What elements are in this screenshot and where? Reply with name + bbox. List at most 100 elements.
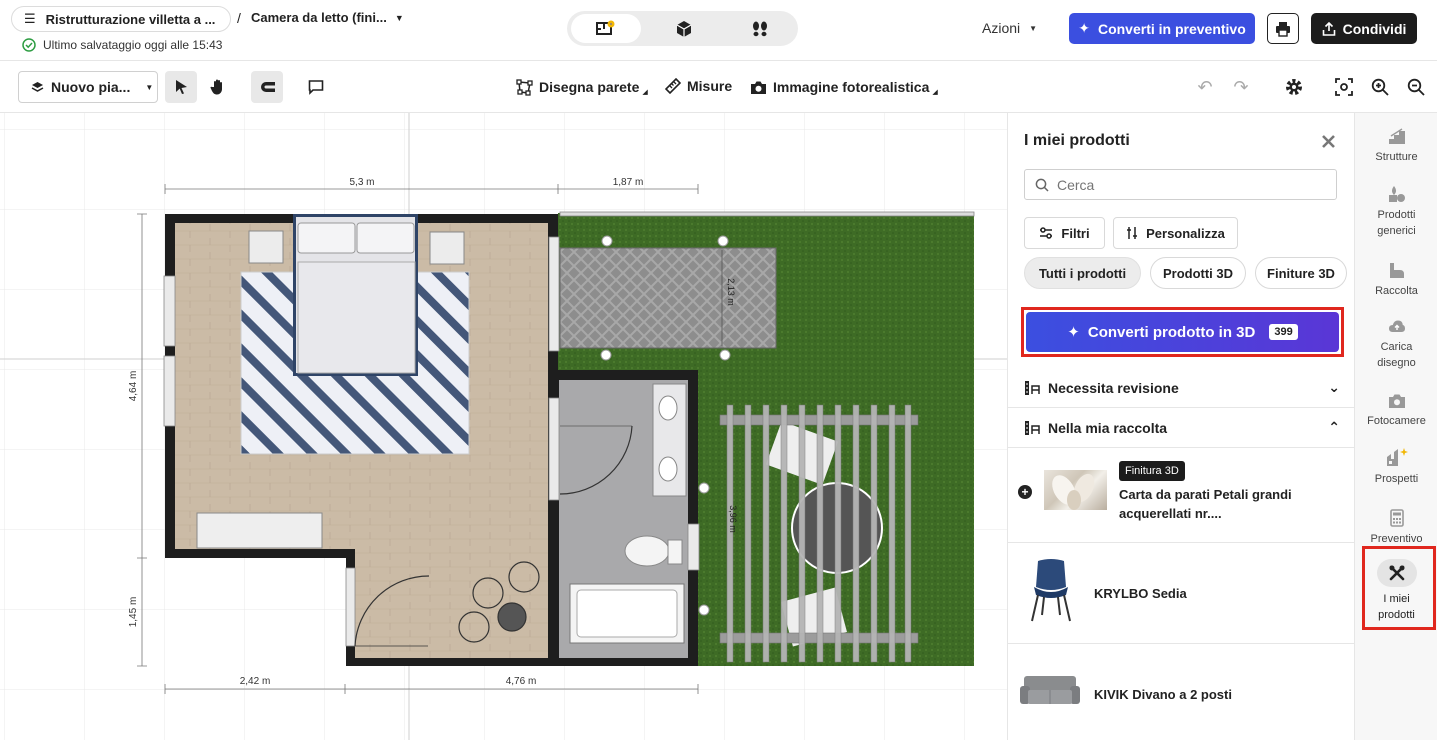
section-my-collection-label: Nella mia raccolta (1048, 419, 1168, 436)
convert-quote-label: Converti in preventivo (1097, 20, 1246, 37)
rail-generic-products-label: Prodotti generici (1377, 209, 1416, 237)
magnet-icon (261, 82, 275, 92)
product-name: Carta da parati Petali grandi acquerella… (1119, 487, 1292, 521)
zoom-out-button[interactable] (1400, 71, 1432, 103)
chip-all-products[interactable]: Tutti i prodotti (1024, 257, 1141, 289)
select-tool-button[interactable] (165, 71, 197, 103)
product-card-sofa[interactable]: KIVIK Divano a 2 posti (1008, 644, 1354, 740)
rail-elevations[interactable]: Prospetti (1355, 447, 1437, 487)
focus-frame-icon (1335, 78, 1353, 96)
settings-button[interactable] (1278, 71, 1310, 103)
floorplan-2d-icon (596, 20, 615, 35)
undo-icon: ↶ (1197, 76, 1213, 97)
redo-button[interactable]: ↷ (1225, 71, 1257, 103)
collection-icon (1389, 263, 1404, 278)
ruler-sofa-icon (1025, 420, 1040, 435)
toilet[interactable] (624, 535, 670, 567)
my-products-panel: I miei prodotti Filtri Personalizza Tutt… (1007, 113, 1354, 740)
view-switcher (567, 11, 798, 46)
elevation-sparkle-icon (1386, 448, 1408, 466)
section-needs-review[interactable]: Necessita revisione ⌄ (1008, 368, 1354, 408)
add-circle-icon[interactable]: + (1018, 485, 1032, 499)
dresser[interactable] (196, 512, 323, 549)
dim-bottom-right: 4,76 m (506, 676, 537, 687)
ruler-icon (665, 78, 681, 94)
customize-button[interactable]: Personalizza (1113, 217, 1238, 249)
rail-my-products[interactable]: I miei prodotti (1355, 559, 1437, 623)
measures-tool[interactable]: Misure (665, 78, 732, 94)
customize-label: Personalizza (1146, 225, 1225, 241)
sliders-icon (1040, 227, 1053, 239)
cube-3d-icon (676, 20, 692, 37)
rail-upload-drawing-label: Carica disegno (1377, 341, 1416, 369)
filters-label: Filtri (1061, 225, 1090, 241)
toolbar: Nuovo pia... ▼ Disegna parete ◢ Misure I… (0, 61, 1437, 113)
rail-upload-drawing[interactable]: Carica disegno (1355, 319, 1437, 371)
chip-3d-finishes[interactable]: Finiture 3D (1255, 257, 1347, 289)
pan-tool-button[interactable] (202, 71, 234, 103)
view-3d-button[interactable] (649, 14, 719, 43)
fit-view-button[interactable] (1328, 71, 1360, 103)
product-name: KIVIK Divano a 2 posti (1094, 687, 1232, 702)
chevron-down-icon: ▼ (1029, 24, 1038, 33)
product-card-chair[interactable]: KRYLBO Sedia (1008, 543, 1354, 644)
rail-my-products-label: I miei prodotti (1378, 593, 1415, 621)
camera-icon (1388, 394, 1405, 408)
photoreal-tool[interactable]: Immagine fotorealistica ◢ (750, 78, 938, 96)
rail-generic-products[interactable]: Prodotti generici (1355, 185, 1437, 239)
draw-wall-tool[interactable]: Disegna parete ◢ (516, 78, 648, 96)
patio-pavers[interactable] (559, 247, 777, 349)
sparkle-icon: ✦ (1067, 324, 1080, 341)
undo-button[interactable]: ↶ (1189, 71, 1221, 103)
hand-icon (210, 79, 222, 95)
close-icon (1321, 134, 1335, 148)
panel-title: I miei prodotti (1024, 132, 1130, 149)
rail-structures[interactable]: Strutture (1355, 127, 1437, 165)
print-button[interactable] (1267, 13, 1299, 44)
chip-3d-products[interactable]: Prodotti 3D (1150, 257, 1246, 289)
right-rail: Strutture Prodotti generici Raccolta Car… (1354, 113, 1437, 740)
view-2d-button[interactable] (571, 14, 641, 43)
draw-wall-label: Disegna parete (539, 79, 640, 95)
floorplan-canvas[interactable]: 5,3 m 1,87 m 4,64 m 1,45 m 2,42 m 4,76 m… (0, 113, 1007, 740)
rail-structures-label: Strutture (1375, 151, 1418, 163)
rail-cameras[interactable]: Fotocamere (1355, 393, 1437, 429)
comment-tool-button[interactable] (300, 71, 332, 103)
calculator-icon (1389, 509, 1404, 527)
save-status: Ultimo salvataggio oggi alle 15:43 (22, 38, 222, 52)
project-title: Ristrutturazione villetta a ... (45, 11, 216, 27)
dim-patio: 2,13 m (726, 278, 736, 306)
rail-quote[interactable]: Preventivo (1355, 509, 1437, 547)
ruler-sofa-icon (1025, 380, 1040, 395)
share-button[interactable]: Condividi (1311, 13, 1417, 44)
camera-icon (751, 81, 766, 94)
nightstand-right[interactable] (429, 231, 465, 265)
filters-button[interactable]: Filtri (1024, 217, 1105, 249)
close-panel-button[interactable] (1318, 131, 1338, 151)
convert-quote-button[interactable]: ✦ Converti in preventivo (1069, 13, 1255, 44)
room-breadcrumb[interactable]: Camera da letto (fini... ▼ (251, 10, 404, 25)
floorplan-drawing[interactable]: 5,3 m 1,87 m 4,64 m 1,45 m 2,42 m 4,76 m… (0, 113, 1007, 740)
tune-icon (1127, 227, 1138, 239)
view-walk-button[interactable] (725, 14, 795, 43)
breadcrumb-separator: / (237, 10, 241, 26)
search-box[interactable] (1024, 169, 1337, 200)
measures-label: Misure (687, 78, 733, 94)
product-card-wallpaper[interactable]: + Finitura 3D Carta da parati Petali gra… (1008, 448, 1354, 543)
comment-icon (308, 80, 324, 95)
redo-icon: ↷ (1233, 76, 1249, 97)
project-breadcrumb[interactable]: ☰ Ristrutturazione villetta a ... (11, 6, 231, 32)
nightstand-left[interactable] (248, 230, 284, 264)
rail-elevations-label: Prospetti (1374, 473, 1419, 485)
actions-menu[interactable]: Azioni ▼ (982, 20, 1037, 36)
section-my-collection[interactable]: Nella mia raccolta ⌃ (1008, 408, 1354, 448)
share-label: Condividi (1342, 20, 1407, 37)
dim-left-lower: 1,45 m (128, 597, 139, 628)
zoom-in-button[interactable] (1364, 71, 1396, 103)
rail-collection[interactable]: Raccolta (1355, 261, 1437, 299)
magnet-snap-button[interactable] (251, 71, 283, 103)
floor-select[interactable]: Nuovo pia... ▼ (18, 71, 158, 103)
convert-to-3d-button[interactable]: ✦ Converti prodotto in 3D 399 (1026, 312, 1339, 352)
dim-left-upper: 4,64 m (128, 371, 139, 402)
search-input[interactable] (1057, 176, 1307, 193)
